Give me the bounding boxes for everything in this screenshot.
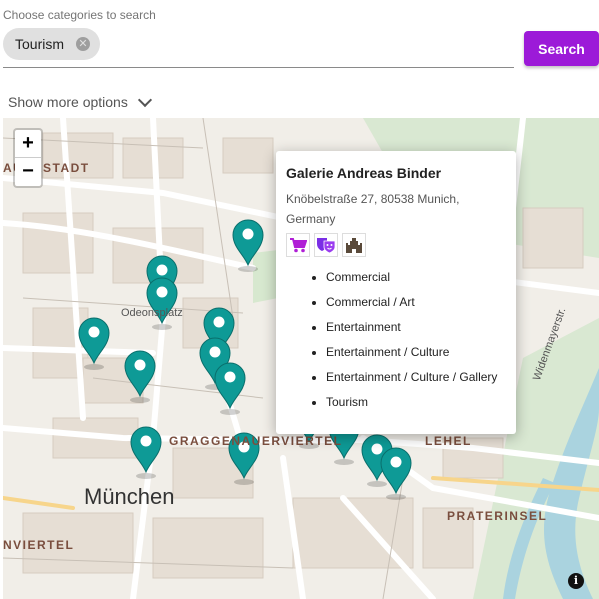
info-icon[interactable]: i <box>568 573 584 589</box>
map-marker[interactable] <box>78 317 110 371</box>
show-more-options-label: Show more options <box>8 94 128 110</box>
popup-category-list: Commercial Commercial / Art Entertainmen… <box>286 265 506 415</box>
category-search-field[interactable]: Tourism ✕ <box>3 26 514 68</box>
district-label: NVIERTEL <box>3 538 75 552</box>
popup-address: Knöbelstraße 27, 80538 Munich, Germany <box>286 192 460 226</box>
zoom-in-button[interactable]: + <box>15 130 41 158</box>
marker-popup: Galerie Andreas Binder Knöbelstraße 27, … <box>276 151 516 434</box>
category-item: Commercial / Art <box>326 290 506 315</box>
district-label: PRATERINSEL <box>447 509 548 523</box>
search-button[interactable]: Search <box>524 31 599 66</box>
category-search-label: Choose categories to search <box>3 8 156 22</box>
chip-label: Tourism <box>15 36 65 52</box>
zoom-control: + − <box>13 128 43 188</box>
category-item: Entertainment <box>326 315 506 340</box>
category-item: Tourism <box>326 390 506 415</box>
show-more-options-toggle[interactable]: Show more options <box>8 92 152 110</box>
map-marker[interactable] <box>214 362 246 416</box>
category-chip-tourism: Tourism ✕ <box>3 28 100 60</box>
chevron-down-icon <box>137 92 152 108</box>
place-label: Odeonsplatz <box>121 307 183 319</box>
map-marker[interactable] <box>130 426 162 480</box>
shopping-cart-icon <box>286 233 310 257</box>
map-marker[interactable] <box>124 350 156 404</box>
zoom-out-button[interactable]: − <box>15 158 41 186</box>
theater-masks-icon <box>314 233 338 257</box>
category-item: Entertainment / Culture <box>326 340 506 365</box>
district-label: GRAGGENAUERVIERTEL <box>169 434 343 448</box>
district-label: LEHEL <box>425 434 472 448</box>
close-circle-icon[interactable]: ✕ <box>76 37 90 51</box>
city-label: München <box>84 484 175 509</box>
popup-title: Galerie Andreas Binder <box>286 165 442 181</box>
category-item: Entertainment / Culture / Gallery <box>326 365 506 390</box>
map-marker[interactable] <box>146 277 178 331</box>
map-marker[interactable] <box>232 219 264 273</box>
map-marker[interactable] <box>380 447 412 501</box>
popup-category-icons <box>286 233 506 257</box>
castle-icon <box>342 233 366 257</box>
category-item: Commercial <box>326 265 506 290</box>
